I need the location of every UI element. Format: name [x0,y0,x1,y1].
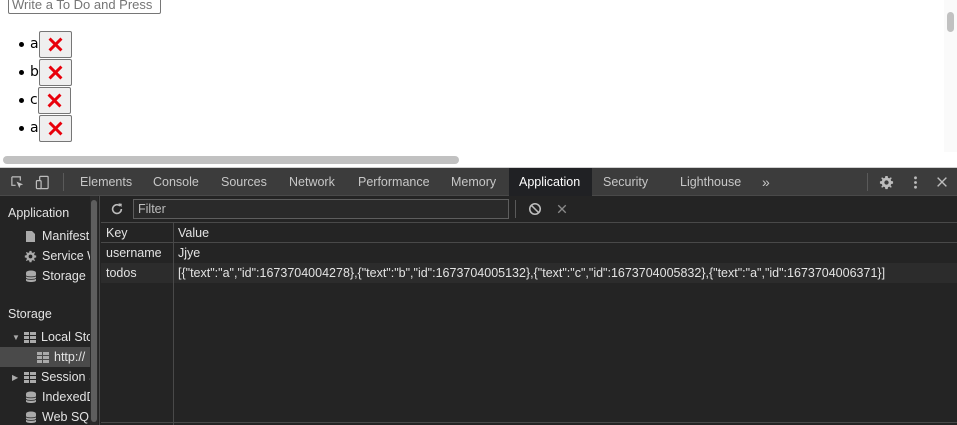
devtools-panel: Elements Console Sources Network Perform… [0,168,957,425]
storage-view: Key Value username Jjye todos [{"text":"… [101,196,957,425]
device-toolbar-icon[interactable] [34,174,50,190]
row-value: Jjye [178,246,201,260]
devtools-tabbar: Elements Console Sources Network Perform… [0,168,957,196]
column-divider[interactable] [173,223,174,425]
toolbar-divider [63,173,64,191]
filter-input[interactable] [133,199,509,219]
refresh-icon[interactable] [109,201,125,217]
table-header: Key Value [101,223,957,243]
todo-text: b [30,64,39,80]
page-viewport: a b c a [0,0,957,168]
storage-toolbar [101,196,957,223]
todo-text: c [30,92,38,108]
sidebar-item-label: Storage [42,269,86,283]
sidebar-item-web-sql[interactable]: Web SQL [24,407,90,425]
close-icon [47,93,62,107]
todo-item: a [19,114,72,142]
todo-text: a [30,36,39,52]
tab-elements[interactable]: Elements [71,168,141,196]
close-icon [48,121,63,135]
tab-performance[interactable]: Performance [349,168,439,196]
tab-sources[interactable]: Sources [212,168,276,196]
database-icon [24,270,37,283]
delete-button[interactable] [38,114,72,142]
delete-selected-icon[interactable] [554,201,570,217]
database-icon [24,411,37,424]
row-key: username [106,246,162,260]
close-icon[interactable] [934,174,950,190]
sidebar-item-service-workers[interactable]: Service Workers [24,246,90,266]
horizontal-scroll-thumb[interactable] [3,156,459,164]
sidebar-item-label: Service Workers [42,249,90,263]
sidebar-item-manifest[interactable]: Manifest [24,226,90,246]
sidebar-item-label: IndexedDB [42,390,90,404]
table-icon [36,351,49,364]
tab-security[interactable]: Security [594,168,657,196]
collapse-triangle-icon[interactable]: ▶ [12,373,21,382]
delete-button[interactable] [38,30,72,58]
kebab-menu-icon[interactable] [907,174,923,190]
todo-item: c [19,86,72,114]
toolbar-divider [867,173,868,191]
toolbar-divider [515,200,516,218]
delete-button[interactable] [38,86,71,114]
table-icon [23,371,36,384]
sidebar-item-session-storage[interactable]: ▶ Session Storage [12,367,90,387]
gear-icon [24,250,37,263]
row-value: [{"text":"a","id":1673704004278},{"text"… [178,266,886,280]
more-tabs-button[interactable]: » [756,168,776,196]
document-icon [24,230,37,243]
column-header-value[interactable]: Value [178,223,953,243]
gear-icon[interactable] [878,174,894,190]
todo-item: a [19,30,72,58]
row-key: todos [106,266,137,280]
todo-item: b [19,58,72,86]
close-icon [48,65,63,79]
tab-lighthouse[interactable]: Lighthouse [671,168,750,196]
sidebar-item-origin[interactable]: http:// [0,347,90,367]
sidebar-item-label: Web SQL [42,410,90,424]
inspect-element-icon[interactable] [9,174,25,190]
expand-triangle-icon[interactable]: ▼ [12,333,21,342]
todo-list: a b c a [19,30,72,142]
sidebar-scrollbar[interactable] [90,196,98,425]
table-icon [23,331,36,344]
key-value-table: Key Value username Jjye todos [{"text":"… [101,223,957,425]
vertical-scroll-thumb[interactable] [947,12,954,32]
tab-network[interactable]: Network [280,168,344,196]
tab-console[interactable]: Console [144,168,208,196]
tab-memory[interactable]: Memory [442,168,505,196]
sidebar-section-application: Application [8,206,70,220]
sidebar-item-label: http:// [54,350,86,364]
table-row[interactable]: username Jjye [101,243,957,263]
vertical-scrollbar[interactable] [944,0,957,152]
sidebar-item-storage[interactable]: Storage [24,266,90,286]
sidebar-item-label: Local Storage [41,330,90,344]
tab-application[interactable]: Application [509,168,592,196]
sidebar-item-label: Manifest [42,229,90,243]
todo-text: a [30,120,39,136]
application-sidebar: Application Manifest Service Workers Sto… [0,196,100,425]
close-icon [48,37,63,51]
clear-all-icon[interactable] [527,201,543,217]
column-header-key[interactable]: Key [106,223,170,243]
todo-input[interactable] [8,0,161,14]
sidebar-scroll-thumb[interactable] [91,200,97,422]
sidebar-item-indexeddb[interactable]: IndexedDB [24,387,90,407]
table-row[interactable]: todos [{"text":"a","id":1673704004278},{… [101,263,957,283]
sidebar-item-label: Session Storage [41,370,90,384]
sidebar-item-local-storage[interactable]: ▼ Local Storage [12,327,90,347]
database-icon [24,391,37,404]
sidebar-section-storage: Storage [8,307,52,321]
delete-button[interactable] [38,58,72,86]
